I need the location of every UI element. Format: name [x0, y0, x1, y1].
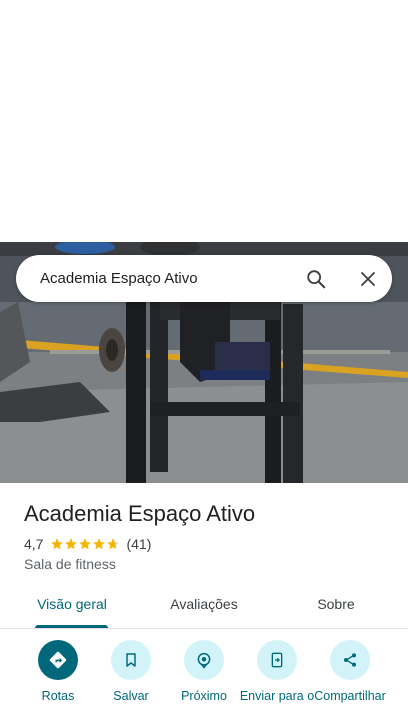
nearby-button[interactable]: Próximo: [166, 640, 242, 703]
star-icon: [65, 538, 78, 550]
star-icon: [93, 538, 106, 550]
bookmark-icon: [111, 640, 151, 680]
rating-value: 4,7: [24, 536, 44, 552]
star-icon: [51, 538, 64, 550]
share-label: Compartilhar: [314, 689, 386, 703]
action-bar: Rotas Salvar Próximo Enviar para o Compa…: [0, 640, 408, 726]
star-half-icon: [107, 538, 120, 550]
tab-bar: Visão geral Avaliações Sobre: [0, 588, 408, 629]
send-to-phone-button[interactable]: Enviar para o: [239, 640, 315, 703]
place-title: Academia Espaço Ativo: [24, 501, 256, 526]
share-button[interactable]: Compartilhar: [312, 640, 388, 703]
search-input[interactable]: Academia Espaço Ativo: [40, 270, 198, 287]
send-to-phone-icon: [257, 640, 297, 680]
close-icon[interactable]: [354, 265, 382, 293]
share-icon: [330, 640, 370, 680]
active-tab-indicator: [35, 625, 108, 628]
nearby-label: Próximo: [181, 689, 227, 703]
place-category: Sala de fitness: [24, 556, 116, 572]
rating-row[interactable]: 4,7 (41): [24, 535, 151, 553]
star-rating: [50, 537, 120, 551]
tab-about[interactable]: Sobre: [288, 588, 384, 628]
search-icon[interactable]: [302, 265, 330, 293]
tab-reviews[interactable]: Avaliações: [156, 588, 252, 628]
save-label: Salvar: [113, 689, 149, 703]
directions-button[interactable]: Rotas: [20, 640, 96, 703]
search-bar[interactable]: Academia Espaço Ativo: [16, 255, 392, 302]
directions-label: Rotas: [41, 689, 75, 703]
send-to-phone-label: Enviar para o: [239, 689, 315, 703]
directions-icon: [38, 640, 78, 680]
review-count: (41): [126, 536, 152, 552]
save-button[interactable]: Salvar: [93, 640, 169, 703]
nearby-icon: [184, 640, 224, 680]
star-icon: [79, 538, 92, 550]
tab-overview[interactable]: Visão geral: [24, 588, 120, 628]
